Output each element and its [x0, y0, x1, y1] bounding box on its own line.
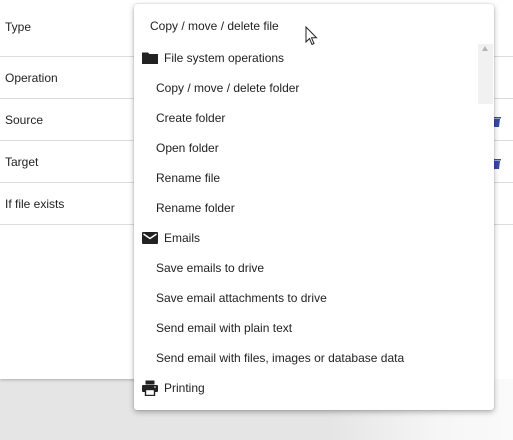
row-label-if-file-exists: If file exists [5, 197, 65, 211]
option-item[interactable]: Rename file [156, 163, 220, 193]
row-label-target: Target [5, 155, 39, 169]
dropdown-selected-value[interactable]: Copy / move / delete file [150, 19, 279, 33]
option-item[interactable]: Save emails to drive [156, 253, 264, 283]
option-item[interactable]: Open folder [156, 133, 219, 163]
printer-icon [142, 380, 158, 396]
group-label: Printing [164, 381, 205, 395]
group-label: File system operations [164, 51, 285, 65]
option-item[interactable]: Rename folder [156, 193, 235, 223]
option-item[interactable]: Copy / move / delete folder [156, 73, 299, 103]
group-label: Emails [164, 231, 201, 245]
folder-icon [142, 52, 158, 64]
mail-icon [142, 232, 158, 244]
option-item[interactable]: Save email attachments to drive [156, 283, 327, 313]
dropdown-scrollbar[interactable] [478, 44, 493, 104]
type-dropdown-menu[interactable]: Copy / move / delete file File system op… [134, 4, 494, 410]
mouse-cursor-icon [305, 26, 318, 46]
option-item[interactable]: Send email with plain text [156, 313, 292, 343]
row-label-source: Source [5, 113, 44, 127]
row-label-type: Type [5, 20, 32, 34]
scroll-up-arrow-icon[interactable] [482, 46, 488, 51]
row-label-operation: Operation [5, 71, 58, 85]
option-item[interactable]: Create folder [156, 103, 225, 133]
option-item[interactable]: Send email with files, images or databas… [156, 343, 404, 373]
